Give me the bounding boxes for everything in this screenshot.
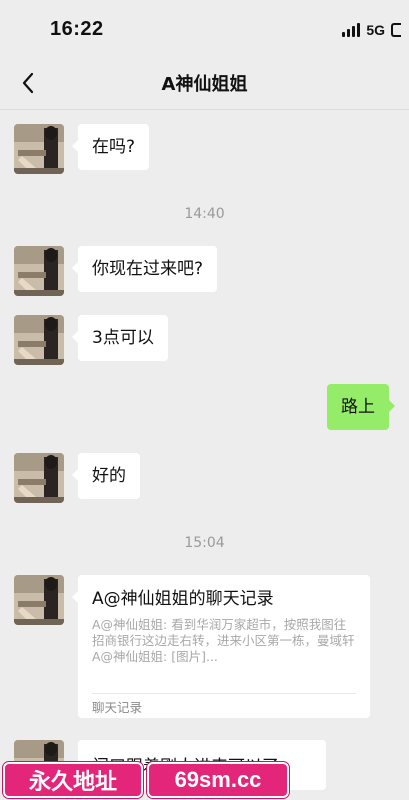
timestamp: 15:04 [184, 535, 225, 551]
avatar-photo [14, 315, 64, 365]
message-bubble-outgoing[interactable]: 路上 [327, 384, 395, 430]
chat-title: A神仙姐姐 [161, 74, 248, 95]
avatar-photo [14, 453, 64, 503]
chat-record-preview: A@神仙姐姐: 看到华润万家超市，按照我图往招商银行这边走右转，进来小区第一栋，… [92, 617, 355, 664]
avatar-photo [14, 246, 64, 296]
message-bubble[interactable]: 在吗? [71, 124, 150, 170]
message-bubble[interactable]: 好的 [72, 453, 140, 499]
contact-avatar[interactable] [14, 246, 64, 296]
message-bubble[interactable]: 你现在过来吧? [71, 246, 218, 292]
signal-icon [342, 23, 361, 37]
contact-avatar[interactable] [14, 453, 64, 503]
status-bar: 16:22 5G [0, 0, 409, 56]
contact-avatar[interactable] [14, 575, 64, 625]
contact-avatar[interactable] [14, 315, 64, 365]
message-bubble[interactable]: 3点可以 [72, 315, 168, 361]
status-indicators: 5G [342, 22, 401, 38]
avatar-photo [14, 575, 64, 625]
chat-record-title: A@神仙姐姐的聊天记录 [92, 589, 274, 609]
timestamp: 14:40 [184, 206, 225, 222]
watermark-banner-left: 永久地址 [3, 762, 143, 798]
contact-avatar[interactable] [14, 124, 64, 174]
battery-icon [391, 23, 401, 37]
card-divider [92, 693, 356, 694]
chat-record-footer: 聊天记录 [92, 700, 143, 715]
avatar-photo [14, 124, 64, 174]
status-time: 16:22 [50, 18, 104, 40]
chat-header: A神仙姐姐 [0, 56, 409, 110]
watermark-banner-right: 69sm.cc [147, 762, 289, 798]
chat-record-card[interactable]: A@神仙姐姐的聊天记录 A@神仙姐姐: 看到华润万家超市，按照我图往招商银行这边… [72, 575, 370, 718]
network-label: 5G [366, 22, 385, 38]
